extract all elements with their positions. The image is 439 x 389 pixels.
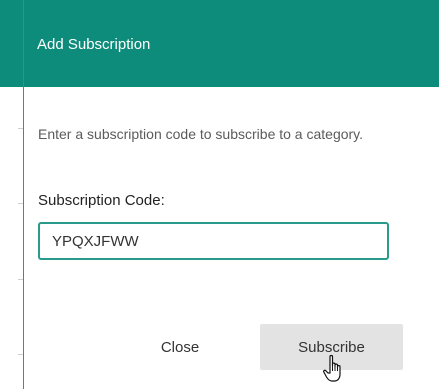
background-page-edge [0,0,24,389]
subscribe-button[interactable]: Subscribe [260,324,403,370]
subscription-code-label: Subscription Code: [38,192,165,209]
dialog-title: Add Subscription [37,36,151,53]
background-divider [18,354,23,355]
background-divider [18,203,23,204]
dialog-description: Enter a subscription code to subscribe t… [38,126,364,142]
background-divider [18,128,23,129]
dialog-header: Add Subscription [24,0,439,87]
background-divider [18,279,23,280]
subscription-code-input[interactable] [38,222,389,260]
screen: Add Subscription Enter a subscription co… [0,0,439,389]
close-button[interactable]: Close [145,324,215,370]
background-header-band [0,0,23,87]
